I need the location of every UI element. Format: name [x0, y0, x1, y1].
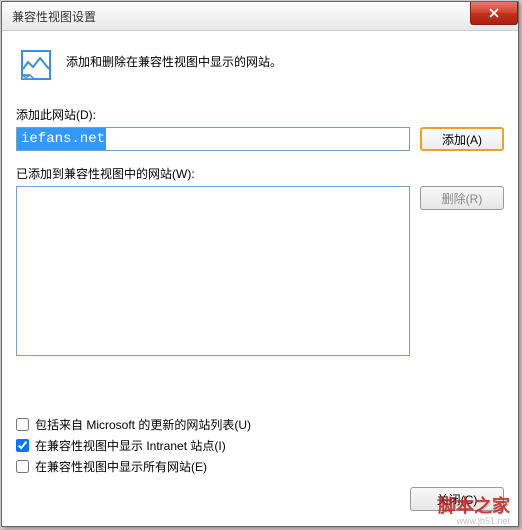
checkbox-row-microsoft: 包括来自 Microsoft 的更新的网站列表(U) [16, 416, 504, 433]
input-selected-text: iefans.net [17, 128, 106, 150]
website-url-input[interactable]: iefans.net [16, 127, 410, 151]
all-sites-checkbox[interactable] [16, 460, 29, 473]
listbox-area: 删除(R) [16, 186, 504, 356]
titlebar: 兼容性视图设置 [2, 2, 518, 31]
dialog-footer: 关闭(C) [16, 479, 504, 511]
intranet-checkbox[interactable] [16, 439, 29, 452]
checkbox-row-intranet: 在兼容性视图中显示 Intranet 站点(I) [16, 437, 504, 454]
close-window-button[interactable] [470, 2, 518, 25]
include-microsoft-label[interactable]: 包括来自 Microsoft 的更新的网站列表(U) [35, 416, 251, 433]
list-side-buttons: 删除(R) [420, 186, 504, 356]
include-microsoft-checkbox[interactable] [16, 418, 29, 431]
window-title: 兼容性视图设置 [2, 8, 96, 25]
close-icon [488, 7, 500, 19]
dialog-window: 兼容性视图设置 添加和删除在兼容性视图中显示的网站。 添加此网站(D): ief… [1, 1, 519, 527]
add-button[interactable]: 添加(A) [420, 127, 504, 151]
remove-button[interactable]: 删除(R) [420, 186, 504, 210]
watermark-text: 脚本之家 [438, 492, 510, 518]
compatibility-icon [20, 49, 52, 84]
dialog-description: 添加和删除在兼容性视图中显示的网站。 [66, 49, 282, 70]
all-sites-label[interactable]: 在兼容性视图中显示所有网站(E) [35, 458, 207, 475]
add-input-row: iefans.net 添加(A) [16, 127, 504, 151]
websites-listbox[interactable] [16, 186, 410, 356]
checkbox-row-allsites: 在兼容性视图中显示所有网站(E) [16, 458, 504, 475]
add-website-label: 添加此网站(D): [16, 106, 504, 123]
header-row: 添加和删除在兼容性视图中显示的网站。 [16, 43, 504, 106]
added-websites-label: 已添加到兼容性视图中的网站(W): [16, 165, 504, 182]
intranet-label[interactable]: 在兼容性视图中显示 Intranet 站点(I) [35, 437, 226, 454]
watermark-sub: www.jb51.net [456, 516, 510, 526]
dialog-content: 添加和删除在兼容性视图中显示的网站。 添加此网站(D): iefans.net … [2, 31, 518, 523]
